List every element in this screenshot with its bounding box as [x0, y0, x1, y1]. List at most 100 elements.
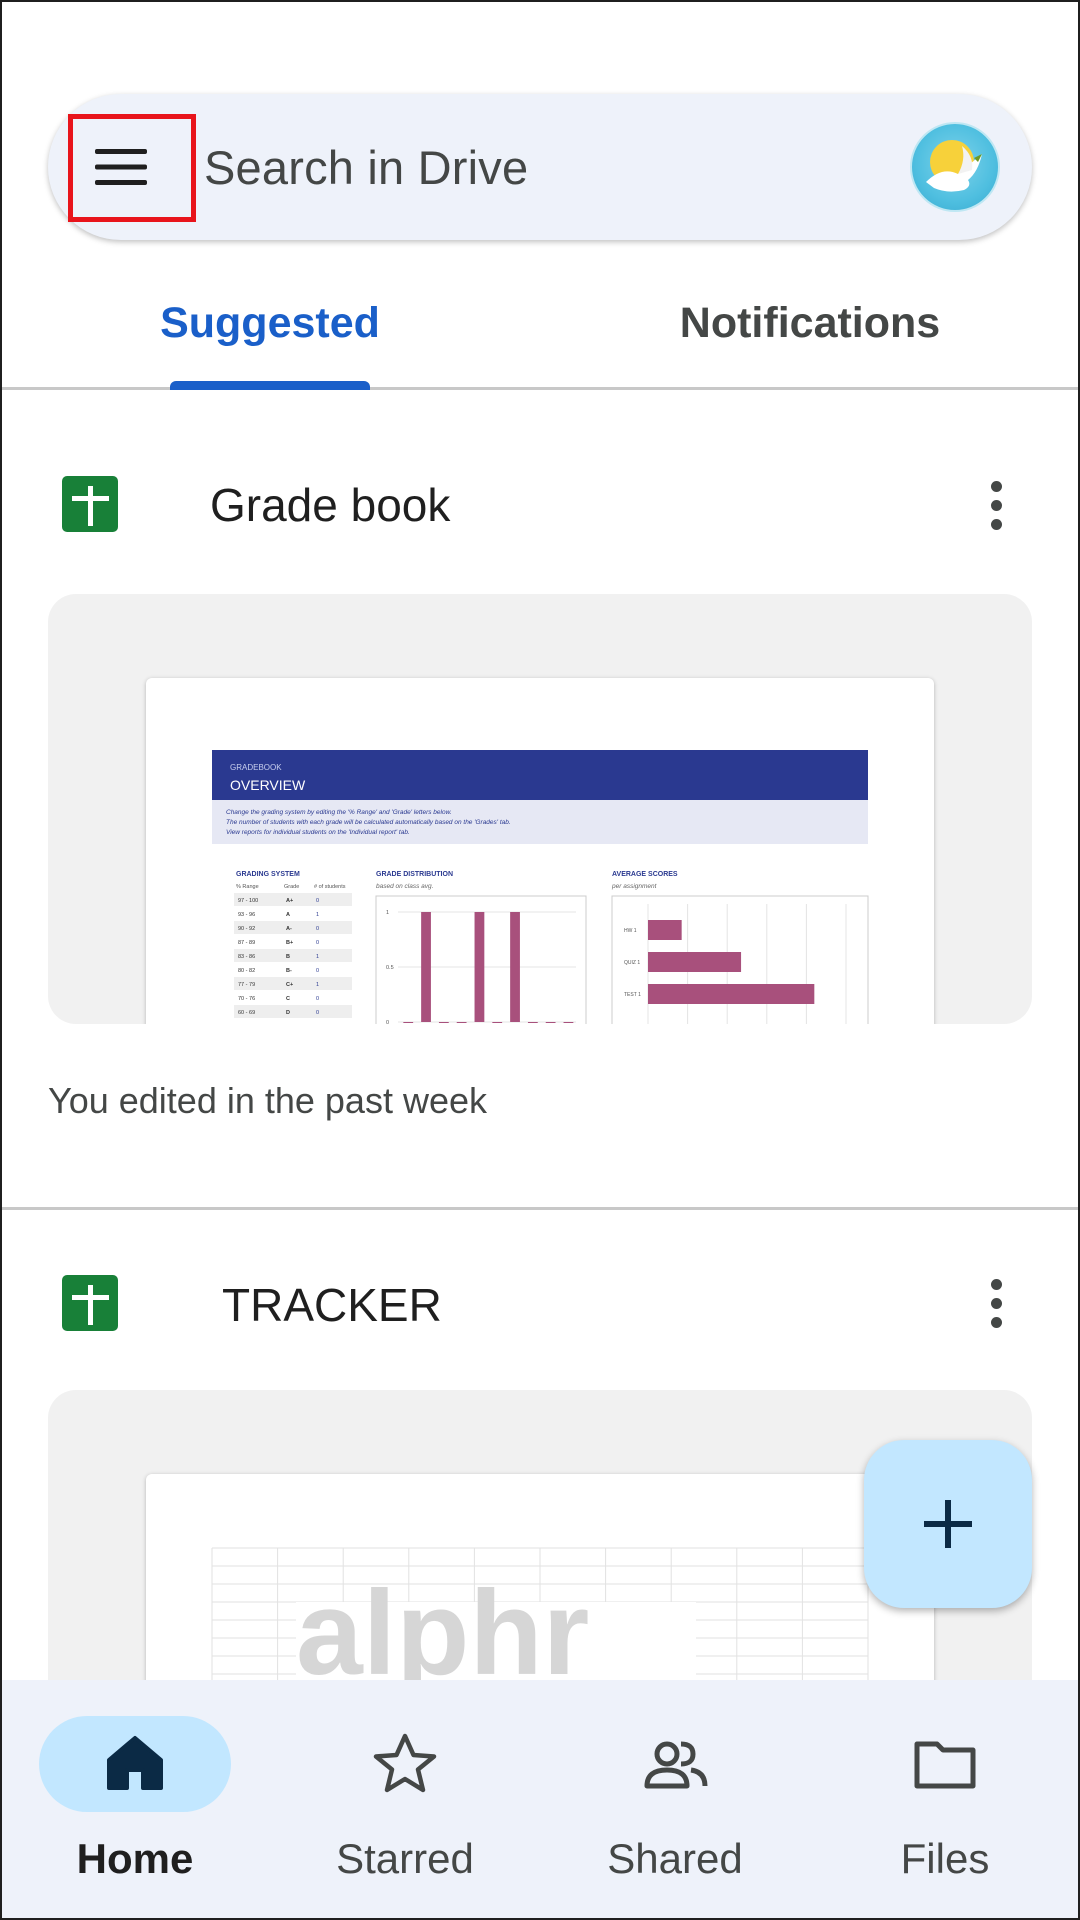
nav-label: Files: [900, 1835, 990, 1882]
grade-distribution-title: GRADE DISTRIBUTION: [376, 871, 453, 878]
grading-system-title: GRADING SYSTEM: [236, 871, 300, 878]
spreadsheet-preview: GRADEBOOK OVERVIEW Change the grading sy…: [146, 678, 934, 1024]
grade-distribution-subtitle: based on class avg.: [376, 883, 434, 890]
folder-icon: [914, 1741, 976, 1789]
table-cell: 87 - 89: [238, 940, 255, 946]
home-icon: [107, 1736, 163, 1790]
more-vert-dot: [990, 518, 1002, 530]
y-tick-label: 0.5: [386, 965, 394, 971]
more-vert-icon: [990, 480, 1002, 492]
distribution-bar: [527, 1022, 538, 1023]
table-cell: 77 - 79: [238, 982, 255, 988]
table-cell: 90 - 92: [238, 926, 255, 932]
grade-distribution-chart: 10.50: [386, 910, 576, 1024]
google-sheets-icon: [62, 476, 118, 532]
sheet-intro-line: Change the grading system by editing the…: [226, 809, 452, 816]
file-title: TRACKER: [222, 1279, 442, 1331]
table-cell: 93 - 96: [238, 912, 255, 918]
table-header: Grade: [284, 884, 299, 890]
more-options-button[interactable]: [970, 1263, 1022, 1343]
menu-button[interactable]: [68, 114, 174, 220]
distribution-bar: [421, 912, 431, 1022]
active-tab-indicator: [170, 381, 370, 390]
tab-notifications[interactable]: Notifications: [650, 260, 970, 387]
table-header: # of students: [314, 884, 346, 890]
more-options-button[interactable]: [970, 465, 1022, 545]
table-cell: 70 - 76: [238, 996, 255, 1002]
file-activity-text: You edited in the past week: [48, 1080, 487, 1121]
search-input[interactable]: Search in Drive: [204, 94, 528, 240]
spreadsheet-preview: alphr: [146, 1474, 934, 1710]
table-cell: C+: [286, 982, 293, 988]
more-vert-dot: [990, 1297, 1002, 1309]
more-vert-dot: [990, 499, 1002, 511]
table-cell: A+: [286, 898, 293, 904]
file-title: Grade book: [210, 479, 451, 531]
table-cell: A: [286, 912, 290, 918]
average-scores-subtitle: per assignment: [611, 883, 658, 890]
table-cell: B: [286, 954, 290, 960]
table-cell: 1: [316, 954, 319, 960]
file-card-header[interactable]: Grade book: [0, 450, 1080, 560]
dove-avatar-image: [926, 140, 982, 192]
plus-icon: [924, 1500, 972, 1548]
hamburger-menu-icon: [95, 149, 147, 185]
more-vert-icon: [990, 1278, 1002, 1290]
table-cell: 0: [316, 996, 319, 1002]
y-tick-label: 1: [386, 910, 389, 916]
table-cell: 0: [316, 1010, 319, 1016]
sheet-intro-line: View reports for individual students on …: [226, 829, 410, 836]
people-icon: [644, 1741, 708, 1789]
table-cell: 1: [316, 912, 319, 918]
nav-shared[interactable]: Shared: [540, 1680, 810, 1920]
distribution-bar: [492, 1022, 503, 1023]
file-card-header[interactable]: TRACKER: [0, 1248, 1080, 1358]
sheet-intro-line: The number of students with each grade w…: [226, 819, 511, 826]
card-divider: [0, 1207, 1080, 1210]
category-label: HW 1: [624, 928, 637, 934]
table-cell: 0: [316, 926, 319, 932]
table-cell: 60 - 69: [238, 1010, 255, 1016]
distribution-bar: [563, 1022, 574, 1023]
table-header: % Range: [236, 884, 259, 890]
average-score-bar: [648, 984, 815, 1004]
tab-bar: Suggested Notifications: [0, 260, 1080, 390]
nav-label: Shared: [607, 1835, 743, 1882]
tab-suggested[interactable]: Suggested: [140, 260, 400, 387]
table-cell: 0: [316, 898, 319, 904]
file-preview-thumbnail[interactable]: GRADEBOOK OVERVIEW Change the grading sy…: [48, 594, 1032, 1024]
account-avatar[interactable]: [910, 122, 1000, 212]
distribution-bar: [545, 1022, 556, 1023]
gradebook-sheet: GRADEBOOK OVERVIEW Change the grading sy…: [212, 750, 869, 1024]
table-cell: A-: [286, 926, 292, 932]
nav-home[interactable]: Home: [0, 1680, 270, 1920]
table-cell: 1: [316, 982, 319, 988]
table-cell: 0: [316, 940, 319, 946]
new-file-fab[interactable]: [864, 1440, 1032, 1608]
average-score-bar: [648, 952, 742, 972]
nav-starred[interactable]: Starred: [270, 1680, 540, 1920]
search-bar[interactable]: Search in Drive: [48, 94, 1032, 240]
distribution-bar: [403, 1022, 414, 1023]
distribution-bar: [438, 1022, 449, 1023]
distribution-bar: [474, 912, 485, 1022]
grading-system-table: % Range Grade # of students 97 - 100 A+ 0 93 -…: [234, 884, 352, 1018]
category-label: QUIZ 1: [624, 960, 640, 966]
bottom-navigation: Home Starred Shared Files: [0, 1680, 1080, 1920]
distribution-bar: [510, 912, 520, 1022]
table-cell: B+: [286, 940, 293, 946]
table-cell: B-: [286, 968, 292, 974]
average-scores-title: AVERAGE SCORES: [612, 871, 678, 878]
nav-files[interactable]: Files: [810, 1680, 1080, 1920]
sheet-header-title: OVERVIEW: [230, 777, 306, 793]
nav-label: Home: [76, 1835, 194, 1882]
y-tick-label: 0: [386, 1020, 389, 1024]
distribution-bar: [456, 1022, 467, 1023]
star-icon: [373, 1733, 437, 1793]
sheet-header-small: GRADEBOOK: [230, 763, 282, 772]
average-scores-chart: 0.010.020.030.040.050.0HW 1QUIZ 1TEST 1: [624, 904, 847, 1024]
table-cell: 0: [316, 968, 319, 974]
table-cell: D: [286, 1010, 290, 1016]
more-vert-dot: [990, 1316, 1002, 1328]
nav-label: Starred: [336, 1835, 474, 1882]
